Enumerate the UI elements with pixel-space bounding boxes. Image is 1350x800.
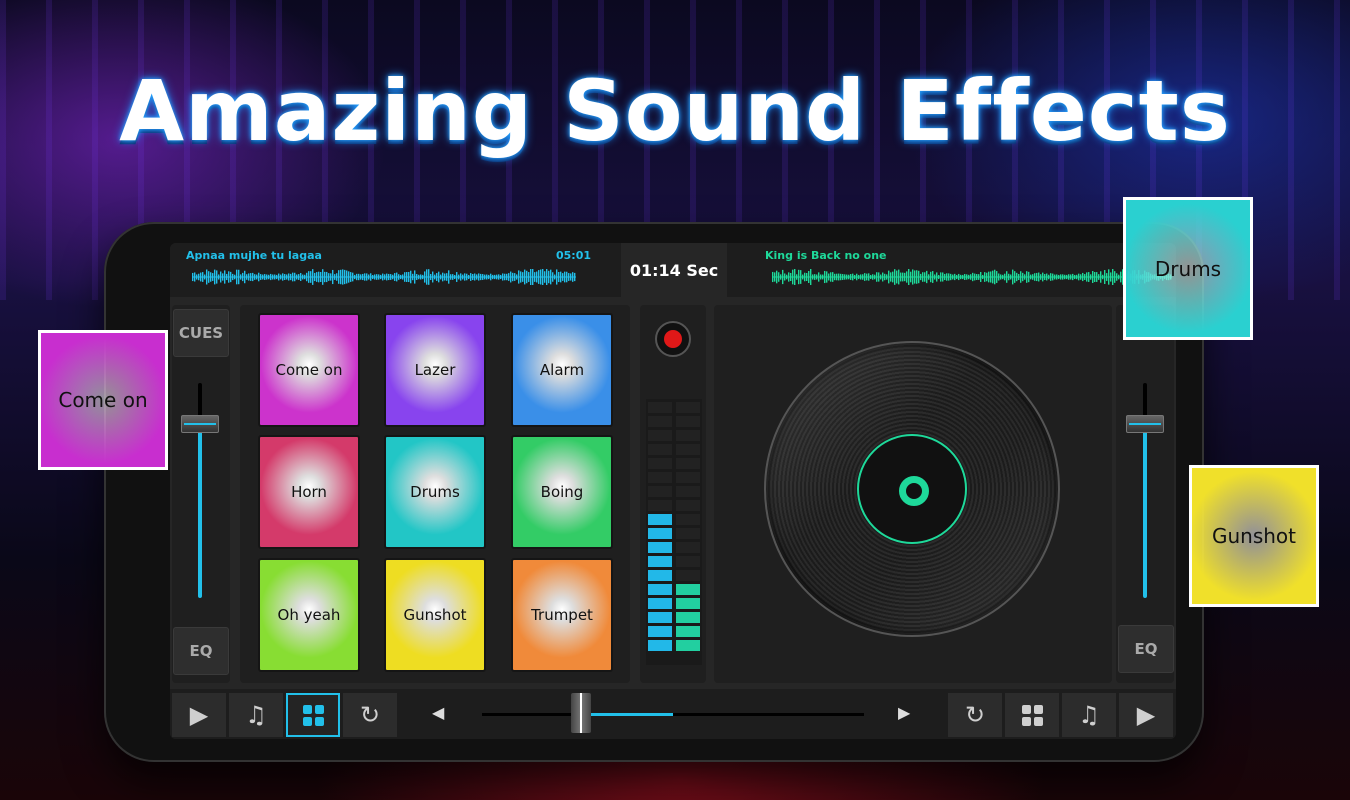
bottom-toolbar: ▶ ♫ ↻ ◀ ▶ ↻ ♫ ▶ [170, 689, 1176, 739]
right-volume-knob[interactable] [1126, 415, 1164, 434]
left-music-button[interactable]: ♫ [229, 693, 283, 737]
pad-horn[interactable]: Horn [258, 435, 360, 549]
left-pads-button[interactable] [286, 693, 340, 737]
meter-segment [648, 556, 672, 567]
left-waveform[interactable] [192, 269, 576, 285]
vinyl-record[interactable] [764, 341, 1060, 637]
meter-segment [648, 486, 672, 497]
meter-segment [676, 528, 700, 539]
right-play-button[interactable]: ▶ [1119, 693, 1173, 737]
right-volume-fill [1143, 423, 1147, 598]
left-volume-knob[interactable] [181, 415, 219, 434]
top-bar: Apnaa mujhe tu lagaa 05:01 01:14 Sec Kin… [170, 243, 1176, 297]
pad-boing[interactable]: Boing [511, 435, 613, 549]
spindle-icon [899, 476, 929, 506]
floating-pad-drums: Drums [1123, 197, 1253, 340]
left-play-button[interactable]: ▶ [172, 693, 226, 737]
crossfader-knob[interactable] [571, 693, 592, 733]
pad-trumpet[interactable]: Trumpet [511, 558, 613, 672]
cues-button[interactable]: CUES [173, 309, 229, 357]
left-loop-button[interactable]: ↻ [343, 693, 397, 737]
left-eq-button[interactable]: EQ [173, 627, 229, 675]
meter-segment [648, 640, 672, 651]
meter-segment [648, 626, 672, 637]
crossfader-fill [591, 713, 674, 716]
meter-segment [676, 626, 700, 637]
meter-segment [676, 542, 700, 553]
meter-segment [648, 416, 672, 427]
meter-segment [648, 458, 672, 469]
grid-icon [302, 704, 324, 726]
meter-segment [676, 416, 700, 427]
meter-segment [648, 528, 672, 539]
repeat-icon: ↻ [359, 701, 381, 729]
right-loop-button[interactable]: ↻ [948, 693, 1002, 737]
vinyl-label [857, 434, 967, 544]
right-music-button[interactable]: ♫ [1062, 693, 1116, 737]
session-timer: 01:14 Sec [621, 243, 727, 297]
meter-segment [648, 584, 672, 595]
meter-segment [676, 640, 700, 651]
meter-segment [648, 542, 672, 553]
meter-segment [648, 570, 672, 581]
music-note-icon: ♫ [245, 701, 267, 729]
meter-segment [676, 500, 700, 511]
play-icon: ▶ [189, 701, 209, 729]
meter-segment [676, 402, 700, 413]
meter-segment [676, 598, 700, 609]
meter-segment [648, 472, 672, 483]
meter-segment [676, 570, 700, 581]
grid-icon [1021, 704, 1043, 726]
left-track-title: Apnaa mujhe tu lagaa [186, 249, 322, 262]
left-track-time: 05:01 [556, 249, 592, 262]
meter-segment [648, 402, 672, 413]
meter-segment [648, 430, 672, 441]
meter-segment [676, 430, 700, 441]
meter-segment [648, 514, 672, 525]
meter-segment [648, 598, 672, 609]
crossfader-right-arrow-icon[interactable]: ▶ [898, 703, 910, 722]
pad-alarm[interactable]: Alarm [511, 313, 613, 427]
meter-segment [676, 514, 700, 525]
level-meter-left [648, 399, 672, 665]
level-meter [646, 399, 702, 665]
right-pads-button[interactable] [1005, 693, 1059, 737]
meter-segment [676, 472, 700, 483]
pad-come-on[interactable]: Come on [258, 313, 360, 427]
meter-segment [676, 458, 700, 469]
pad-oh-yeah[interactable]: Oh yeah [258, 558, 360, 672]
right-eq-button[interactable]: EQ [1118, 625, 1174, 673]
pad-drums[interactable]: Drums [384, 435, 486, 549]
floating-pad-come-on: Come on [38, 330, 168, 470]
app-screen: Apnaa mujhe tu lagaa 05:01 01:14 Sec Kin… [170, 243, 1176, 739]
meter-segment [676, 444, 700, 455]
meter-segment [676, 556, 700, 567]
left-volume-fill [198, 423, 202, 598]
pad-lazer[interactable]: Lazer [384, 313, 486, 427]
level-meter-right [676, 399, 700, 665]
meter-segment [648, 500, 672, 511]
meter-segment [676, 612, 700, 623]
music-note-icon: ♫ [1078, 701, 1100, 729]
play-icon: ▶ [1136, 701, 1156, 729]
headline: Amazing Sound Effects [119, 62, 1231, 160]
right-track-title: King is Back no one [765, 249, 887, 262]
repeat-icon: ↻ [964, 701, 986, 729]
pad-gunshot[interactable]: Gunshot [384, 558, 486, 672]
meter-segment [648, 612, 672, 623]
meter-segment [676, 486, 700, 497]
meter-segment [648, 444, 672, 455]
meter-segment [676, 584, 700, 595]
right-waveform[interactable] [772, 269, 1172, 285]
floating-pad-gunshot: Gunshot [1189, 465, 1319, 607]
crossfader-left-arrow-icon[interactable]: ◀ [432, 703, 444, 722]
record-icon [664, 330, 682, 348]
record-button[interactable] [655, 321, 691, 357]
